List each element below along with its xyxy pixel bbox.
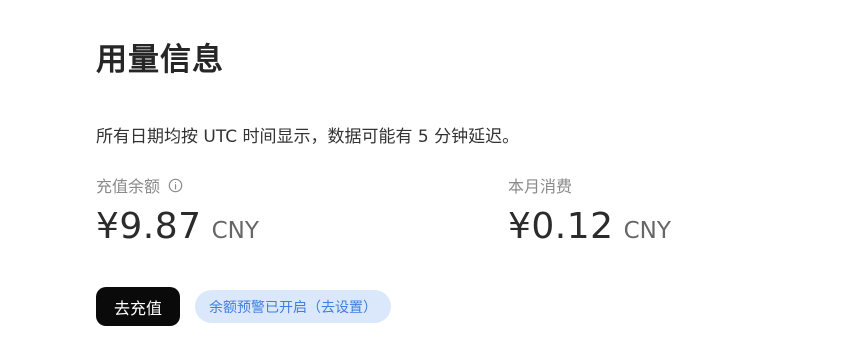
monthly-label: 本月消费 [508,177,573,196]
balance-alert-settings-link[interactable]: 余额预警已开启（去设置） [195,290,391,323]
usage-info-page: 用量信息 所有日期均按 UTC 时间显示，数据可能有 5 分钟延迟。 充值余额 … [0,0,865,356]
utc-notice: 所有日期均按 UTC 时间显示，数据可能有 5 分钟延迟。 [96,127,520,147]
balance-currency: CNY [211,218,259,244]
info-circle-icon[interactable] [168,178,183,193]
monthly-currency: CNY [623,218,671,244]
balance-value: ¥9.87 CNY [96,206,259,247]
balance-label: 充值余额 [96,177,161,196]
monthly-label-row: 本月消费 [508,174,671,196]
balance-stat: 充值余额 ¥9.87 CNY [96,174,259,247]
monthly-spend-stat: 本月消费 ¥0.12 CNY [508,174,671,247]
page-title: 用量信息 [96,42,224,78]
balance-label-row: 充值余额 [96,174,259,196]
balance-amount: ¥9.87 [96,206,202,247]
topup-button[interactable]: 去充值 [96,287,180,326]
monthly-value: ¥0.12 CNY [508,206,671,247]
monthly-amount: ¥0.12 [508,206,614,247]
